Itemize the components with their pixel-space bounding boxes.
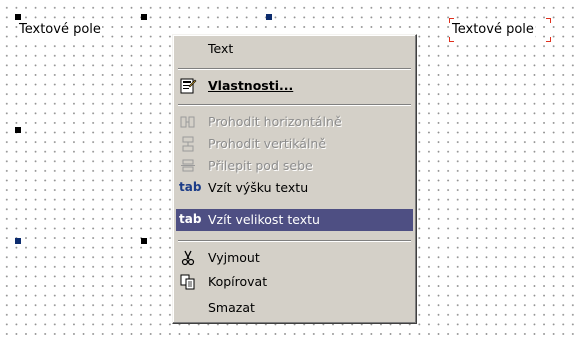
selection-handle[interactable] — [15, 127, 21, 133]
menu-separator — [178, 240, 411, 242]
menu-item-take-text-height[interactable]: tab Vzít výšku textu — [176, 177, 413, 199]
tab-text-size-icon: tab — [179, 212, 202, 226]
properties-icon — [179, 78, 197, 94]
selection-handle[interactable] — [266, 14, 272, 20]
selection-handle[interactable] — [15, 238, 21, 244]
menu-item-copy[interactable]: Kopírovat — [176, 271, 413, 293]
stack-icon — [179, 158, 197, 174]
scissors-icon — [179, 250, 197, 266]
menu-separator — [178, 68, 411, 70]
right-text-field-label[interactable]: Textové pole — [451, 22, 535, 38]
menu-item-properties[interactable]: Vlastnosti... — [176, 75, 413, 97]
selection-corner — [449, 18, 454, 23]
selection-corner — [449, 37, 454, 42]
menu-item-swap-horizontal[interactable]: Prohodit horizontálně — [176, 111, 413, 133]
menu-item-stack[interactable]: Přilepit pod sebe — [176, 155, 413, 177]
left-text-field-label[interactable]: Textové pole — [18, 22, 102, 38]
menu-item-swap-vertical[interactable]: Prohodit vertikálně — [176, 133, 413, 155]
selection-handle[interactable] — [15, 14, 21, 20]
context-menu: Text Vlastnosti... Prohodit horizontálně — [172, 34, 417, 324]
menu-separator — [178, 104, 411, 106]
copy-icon — [179, 274, 197, 290]
menu-item-take-text-size[interactable]: tab Vzít velikost textu — [176, 209, 413, 231]
selection-corner — [546, 37, 551, 42]
menu-item-text[interactable]: Text — [176, 38, 413, 60]
menu-item-cut[interactable]: Vyjmout — [176, 247, 413, 269]
menu-item-delete[interactable]: Smazat — [176, 297, 413, 319]
selection-handle[interactable] — [141, 14, 147, 20]
tab-text-height-icon: tab — [179, 180, 202, 194]
swap-vertical-icon — [179, 136, 197, 152]
selection-handle[interactable] — [141, 238, 147, 244]
selection-corner — [546, 18, 551, 23]
swap-horizontal-icon — [179, 114, 197, 130]
